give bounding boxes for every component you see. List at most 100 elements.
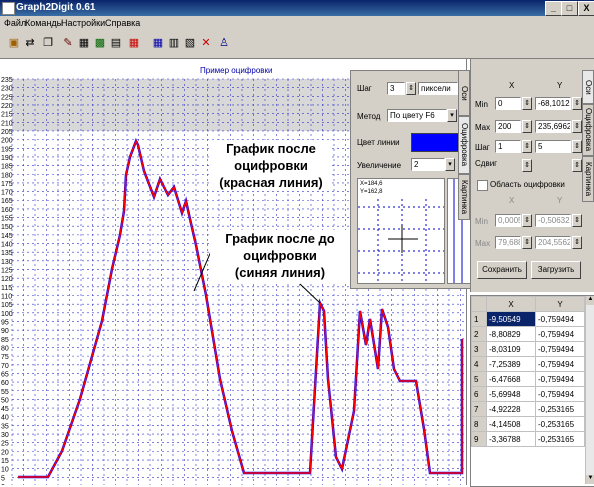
cell-x[interactable]: -7,25389 [486,356,536,372]
load-button[interactable]: Загрузить [531,261,581,279]
area-max-x-spin[interactable]: ⇕ [522,236,532,249]
shift-y-button[interactable]: ⇕ [572,159,582,172]
tab-digitize[interactable]: Оцифровка [458,116,470,174]
cell-x[interactable]: -8,80829 [486,326,536,342]
step-unit-select[interactable]: пиксели [418,82,458,95]
cell-y[interactable]: -0,253165 [535,401,585,417]
area-min-y-spin[interactable]: ⇕ [572,214,582,227]
scroll-up-icon[interactable]: ▲ [586,296,594,305]
area-checkbox[interactable] [477,180,488,191]
area-min-x[interactable]: 0,000536 [495,214,521,227]
row-index[interactable]: 5 [471,371,487,387]
cell-y[interactable]: -0,759494 [535,386,585,402]
data-table[interactable]: X Y 1 -9,50549 -0,759494 2 -8,80829 -0,759494… [470,295,594,487]
row-index[interactable]: 6 [471,386,487,402]
method-select[interactable]: По цвету F6 [387,109,447,122]
table-row[interactable]: 4 -7,25389 -0,759494 [471,356,585,372]
table-row[interactable]: 3 -8,03109 -0,759494 [471,341,585,357]
cell-x[interactable]: -5,69948 [486,386,536,402]
save-icon[interactable]: ⇄ [22,35,38,51]
table-row[interactable]: 5 -6,47668 -0,759494 [471,371,585,387]
cell-y[interactable]: -0,253165 [535,431,585,447]
cell-x[interactable]: -4,14508 [486,416,536,432]
row-index[interactable]: 4 [471,356,487,372]
cell-y[interactable]: -0,759494 [535,356,585,372]
figure-icon[interactable]: ♙ [216,35,232,51]
table-icon[interactable]: ▤ [108,35,124,51]
image-icon[interactable]: ▧ [182,35,198,51]
cell-y[interactable]: -0,759494 [535,371,585,387]
cell-x[interactable]: -8,03109 [486,341,536,357]
cell-y[interactable]: -0,759494 [535,311,585,327]
area-max-y-spin[interactable]: ⇕ [572,236,582,249]
minimize-button[interactable]: _ [545,1,562,16]
tab-axes-right[interactable]: Оси [582,70,594,104]
min-x-spin[interactable]: ⇕ [522,97,532,110]
save-button[interactable]: Сохранить [477,261,527,279]
max-y-input[interactable]: 235,6962 [535,120,571,133]
step-y-input[interactable]: 5 [535,140,571,153]
area-max-y[interactable]: 204,5562 [535,236,571,249]
menu-commands[interactable]: Команды [25,18,63,28]
step-spin[interactable]: ⇕ [406,82,416,95]
area-min-y[interactable]: -0,50632 [535,214,571,227]
table-row[interactable]: 2 -8,80829 -0,759494 [471,326,585,342]
y-tick-label: 5 [1,475,5,482]
step-y-spin[interactable]: ⇕ [572,140,582,153]
max-y-spin[interactable]: ⇕ [572,120,582,133]
table-row[interactable]: 8 -4,14508 -0,253165 [471,416,585,432]
layout-icon[interactable]: ▥ [166,35,182,51]
row-index[interactable]: 2 [471,326,487,342]
row-index[interactable]: 1 [471,311,487,327]
menu-help[interactable]: Справка [105,18,140,28]
cell-y[interactable]: -0,759494 [535,326,585,342]
min-y-spin[interactable]: ⇕ [572,97,582,110]
table-row[interactable]: 6 -5,69948 -0,759494 [471,386,585,402]
row-index[interactable]: 8 [471,416,487,432]
cell-x[interactable]: -3,36788 [486,431,536,447]
tab-picture-right[interactable]: Картинка [582,156,594,202]
row-index[interactable]: 3 [471,341,487,357]
scroll-down-icon[interactable]: ▼ [586,475,594,484]
grid-icon[interactable]: ▦ [76,35,92,51]
min-y-input[interactable]: -68,1012 [535,97,571,110]
blue-grid-icon[interactable]: ▦ [150,35,166,51]
area-max-x[interactable]: 79,68831 [495,236,521,249]
cell-x[interactable]: -4,92228 [486,401,536,417]
pointer-icon[interactable]: ✎ [60,35,76,51]
chevron-down-icon[interactable]: ▾ [445,158,455,171]
tab-digitize-right[interactable]: Оцифровка [582,104,594,156]
tab-picture[interactable]: Картинка [458,174,470,220]
max-x-spin[interactable]: ⇕ [522,120,532,133]
cell-y[interactable]: -0,759494 [535,341,585,357]
area-min-x-spin[interactable]: ⇕ [522,214,532,227]
maximize-button[interactable]: □ [561,1,578,16]
menu-settings[interactable]: Настройки [61,18,105,28]
delete-icon[interactable]: ✕ [198,35,214,51]
tab-axes[interactable]: Оси [458,70,470,116]
step-x-input[interactable]: 1 [495,140,521,153]
step-input[interactable]: 3 [387,82,405,95]
min-x-input[interactable]: 0 [495,97,521,110]
chevron-down-icon[interactable]: ▾ [447,109,457,122]
zoom-select[interactable]: 2 [411,158,445,171]
menu-file[interactable]: Файл [4,18,26,28]
cell-y[interactable]: -0,253165 [535,416,585,432]
table-scrollbar[interactable]: ▲ ▼ [585,296,594,484]
table-row[interactable]: 1 -9,50549 -0,759494 [471,311,585,327]
red-grid-icon[interactable]: ▦ [126,35,142,51]
copy-icon[interactable]: ❐ [40,35,56,51]
close-button[interactable]: X [578,1,594,16]
max-x-input[interactable]: 200 [495,120,521,133]
cell-x[interactable]: -9,50549 [486,311,536,327]
table-row[interactable]: 7 -4,92228 -0,253165 [471,401,585,417]
row-index[interactable]: 9 [471,431,487,447]
open-folder-icon[interactable]: ▣ [6,35,22,51]
table-row[interactable]: 9 -3,36788 -0,253165 [471,431,585,447]
line-color-swatch[interactable] [411,133,459,152]
row-index[interactable]: 7 [471,401,487,417]
shift-x-button[interactable]: ⇕ [522,159,532,172]
frame-icon[interactable]: ▩ [92,35,108,51]
step-x-spin[interactable]: ⇕ [522,140,532,153]
cell-x[interactable]: -6,47668 [486,371,536,387]
